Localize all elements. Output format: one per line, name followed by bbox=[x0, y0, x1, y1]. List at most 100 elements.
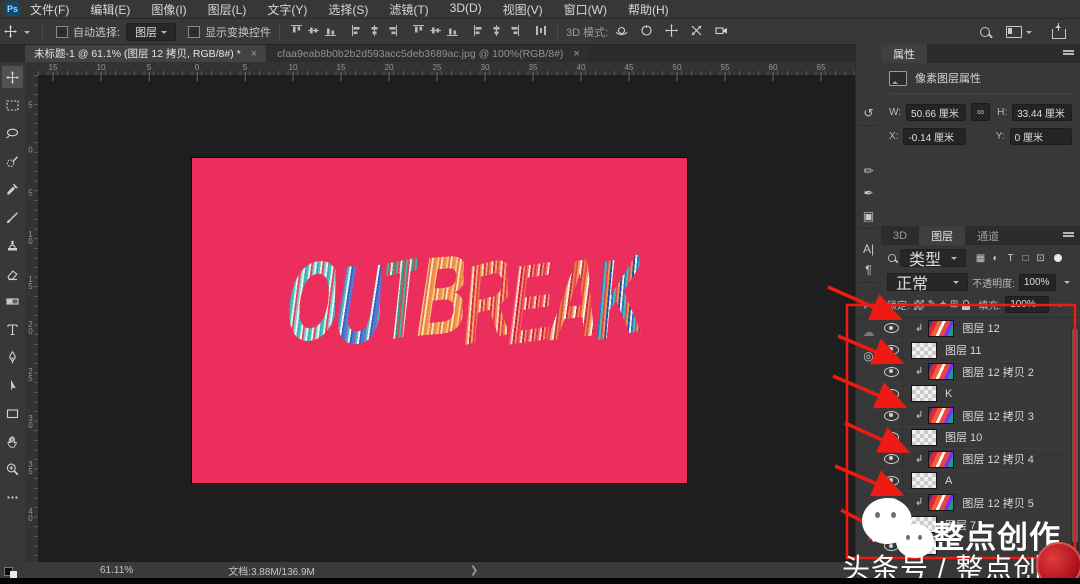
visibility-cell[interactable] bbox=[881, 339, 903, 361]
eyedropper-tool[interactable] bbox=[2, 178, 23, 200]
visibility-cell[interactable] bbox=[881, 448, 903, 470]
layer-row[interactable]: A bbox=[881, 470, 1080, 493]
camera-3d-icon[interactable] bbox=[714, 23, 729, 41]
visibility-cell[interactable] bbox=[881, 492, 903, 514]
chevron-down-icon[interactable] bbox=[1057, 303, 1064, 310]
layer-row[interactable]: 图层 10 bbox=[881, 426, 1080, 449]
pan-3d-icon[interactable] bbox=[664, 23, 679, 41]
layer-row[interactable]: ↳ 图层 12 拷贝 4 bbox=[881, 448, 1080, 471]
layer-thumbnail[interactable] bbox=[911, 385, 937, 403]
fill-field[interactable]: 100% bbox=[1005, 296, 1050, 313]
eye-icon[interactable] bbox=[884, 497, 899, 508]
show-transform-checkbox[interactable] bbox=[188, 25, 201, 38]
character-panel-icon[interactable]: A| bbox=[856, 242, 881, 256]
clone-source-panel-icon[interactable]: ▣ bbox=[856, 209, 881, 223]
layer-row[interactable]: K bbox=[881, 383, 1080, 406]
menu-item-select[interactable]: 选择(S) bbox=[328, 1, 368, 18]
lock-all-icon[interactable] bbox=[962, 299, 971, 310]
zoom-level-field[interactable]: 61.11% bbox=[100, 565, 133, 576]
workspace-switcher[interactable] bbox=[1006, 25, 1036, 38]
layer-thumbnail[interactable] bbox=[911, 537, 937, 555]
distribute-right-edges-icon[interactable] bbox=[507, 24, 520, 40]
menu-item-file[interactable]: 文件(F) bbox=[30, 1, 69, 18]
align-bottom-edges-icon[interactable] bbox=[324, 24, 337, 40]
layer-name[interactable]: K bbox=[945, 388, 952, 400]
layer-name[interactable]: 图层 12 拷贝 3 bbox=[962, 408, 1034, 424]
rectangular-marquee-tool[interactable] bbox=[2, 94, 23, 116]
hand-tool[interactable] bbox=[2, 430, 23, 452]
align-vertical-centers-icon[interactable] bbox=[307, 24, 320, 40]
lasso-tool[interactable] bbox=[2, 122, 23, 144]
layer-thumbnail[interactable] bbox=[911, 428, 937, 446]
share-icon[interactable] bbox=[1052, 23, 1066, 39]
align-top-edges-icon[interactable] bbox=[290, 24, 303, 40]
edit-toolbar-tool[interactable] bbox=[2, 486, 23, 508]
menu-item-window[interactable]: 窗口(W) bbox=[564, 1, 607, 18]
tab-通道[interactable]: 通道 bbox=[965, 226, 1011, 245]
smart-object-filter-icon[interactable]: ⊡ bbox=[1033, 253, 1048, 264]
rectangle-shape-tool[interactable] bbox=[2, 402, 23, 424]
layer-row[interactable]: 图层 11 bbox=[881, 339, 1080, 362]
document-tab[interactable]: 未标题-1 @ 61.1% (图层 12 拷贝, RGB/8#) * × bbox=[25, 45, 267, 62]
layer-thumbnail[interactable] bbox=[928, 407, 955, 425]
layer-row[interactable]: ↳ 图层 12 bbox=[881, 318, 1080, 340]
layer-name[interactable]: 图层 12 bbox=[962, 320, 999, 336]
brushes-panel-icon[interactable]: ✒ bbox=[856, 186, 881, 200]
clone-stamp-tool[interactable] bbox=[2, 234, 23, 256]
align-right-edges-icon[interactable] bbox=[385, 24, 398, 40]
eye-icon[interactable] bbox=[884, 519, 899, 530]
orbit-3d-icon[interactable] bbox=[614, 23, 629, 41]
visibility-cell[interactable] bbox=[881, 318, 903, 339]
width-field[interactable]: 50.66 厘米 bbox=[906, 103, 966, 121]
menu-item-help[interactable]: 帮助(H) bbox=[628, 1, 669, 18]
layer-row[interactable]: ↳ 图层 12 拷贝 5 bbox=[881, 492, 1080, 515]
zoom-tool[interactable] bbox=[2, 458, 23, 480]
eye-icon[interactable] bbox=[884, 345, 899, 356]
layer-thumbnail[interactable] bbox=[928, 494, 955, 512]
status-options-chevron[interactable]: ❯ bbox=[470, 565, 478, 576]
brush-tool[interactable] bbox=[2, 206, 23, 228]
eye-icon[interactable] bbox=[884, 541, 899, 552]
slide-3d-icon[interactable] bbox=[689, 23, 704, 41]
visibility-cell[interactable] bbox=[881, 470, 903, 492]
vertical-ruler[interactable]: 5 0 5 1 0 1 5 2 0 2 5 3 0 3 5 4 0 bbox=[25, 75, 38, 562]
adjustment-layer-filter-icon[interactable]: ◐ bbox=[988, 253, 1003, 264]
layer-thumbnail[interactable] bbox=[911, 472, 937, 490]
visibility-cell[interactable] bbox=[881, 514, 903, 535]
height-field[interactable]: 33.44 厘米 bbox=[1012, 103, 1072, 121]
menu-item-type[interactable]: 文字(Y) bbox=[267, 1, 307, 18]
pen-tool[interactable] bbox=[2, 346, 23, 368]
distribute-horizontal-centers-icon[interactable] bbox=[490, 24, 503, 40]
x-field[interactable]: -0.14 厘米 bbox=[903, 128, 966, 145]
layer-row[interactable]: 图层 7 bbox=[881, 514, 1080, 536]
close-tab-icon[interactable]: × bbox=[251, 48, 257, 60]
layer-thumbnail[interactable] bbox=[928, 450, 955, 468]
tab-图层[interactable]: 图层 bbox=[919, 226, 966, 245]
libraries-panel-icon[interactable]: ☁ bbox=[856, 325, 881, 339]
menu-item-image[interactable]: 图像(I) bbox=[151, 1, 186, 18]
type-layer-filter-icon[interactable]: T bbox=[1003, 253, 1018, 264]
visibility-cell[interactable] bbox=[881, 426, 903, 448]
visibility-cell[interactable] bbox=[881, 361, 903, 383]
layer-row[interactable] bbox=[881, 535, 1080, 558]
visibility-cell[interactable] bbox=[881, 405, 903, 426]
menu-item-layer[interactable]: 图层(L) bbox=[208, 1, 247, 18]
eye-icon[interactable] bbox=[884, 432, 899, 443]
eraser-tool[interactable] bbox=[2, 262, 23, 284]
close-tab-icon[interactable]: × bbox=[573, 48, 579, 60]
quick-selection-tool[interactable] bbox=[2, 150, 23, 172]
menu-item-edit[interactable]: 编辑(E) bbox=[90, 1, 130, 18]
align-horizontal-centers-icon[interactable] bbox=[368, 24, 381, 40]
distribute-left-edges-icon[interactable] bbox=[473, 24, 486, 40]
layer-name[interactable]: 图层 12 拷贝 4 bbox=[962, 451, 1034, 467]
eye-icon[interactable] bbox=[884, 454, 899, 465]
history-panel-icon[interactable]: ↺ bbox=[856, 106, 881, 120]
shape-layer-filter-icon[interactable]: □ bbox=[1018, 253, 1033, 264]
ruler-corner[interactable] bbox=[25, 62, 39, 76]
link-dimensions-icon[interactable]: ∞ bbox=[970, 103, 991, 121]
tool-presets-panel-icon[interactable]: ✂ bbox=[856, 299, 881, 313]
layer-name[interactable]: 图层 11 bbox=[945, 342, 981, 358]
panel-menu-icon[interactable] bbox=[1063, 232, 1074, 234]
move-tool-icon[interactable] bbox=[0, 22, 20, 42]
tab-3D[interactable]: 3D bbox=[881, 226, 919, 245]
